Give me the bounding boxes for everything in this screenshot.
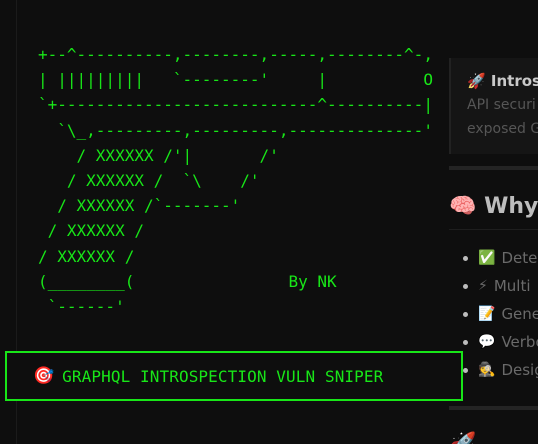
detective-icon: 🕵: [478, 362, 496, 378]
bullet: [463, 311, 468, 317]
bullet: [463, 339, 468, 345]
bullet: [463, 255, 468, 261]
check-icon: ✅: [478, 250, 496, 266]
list-item: 💬 Verbo: [463, 333, 538, 351]
list-item: 📝 Gene: [463, 305, 538, 323]
banner-title: GRAPHQL INTROSPECTION VULN SNIPER: [62, 366, 384, 386]
card-line-1: API securi: [467, 97, 536, 113]
divider: [449, 406, 538, 410]
feature-text: Dete: [501, 249, 538, 267]
feature-text: Gene: [501, 305, 538, 323]
feature-text: Desig: [501, 361, 538, 379]
bullet: [463, 283, 468, 289]
card-line-2: exposed G: [467, 121, 538, 137]
divider: [449, 166, 538, 170]
feature-text: Multi: [493, 277, 531, 295]
rocket-icon: 🚀: [467, 72, 486, 90]
memo-icon: 📝: [478, 306, 496, 322]
card-title: 🚀 Introsp: [467, 72, 538, 90]
bullet: [463, 367, 468, 373]
section-heading-why: 🧠 Why: [449, 194, 538, 219]
section-heading-text: Why: [484, 194, 538, 219]
speech-bubble-icon: 💬: [478, 334, 496, 350]
target-icon: 🎯: [33, 365, 55, 386]
title-banner: 🎯 GRAPHQL INTROSPECTION VULN SNIPER: [5, 351, 463, 401]
ascii-art-gun: +--^----------,--------,-----,--------^-…: [38, 45, 433, 317]
next-section-heading: 🚀: [449, 432, 476, 444]
lightning-icon: ⚡: [478, 278, 488, 294]
heading-underline: [449, 229, 538, 230]
list-item: 🕵 Desig: [463, 361, 538, 379]
list-item: ⚡ Multi: [463, 277, 531, 295]
list-item: ✅ Dete: [463, 249, 537, 267]
rocket-icon: 🚀: [449, 432, 476, 444]
card-title-text: Introsp: [490, 72, 538, 90]
feature-text: Verbo: [501, 333, 538, 351]
brain-icon: 🧠: [449, 194, 477, 219]
readme-pane: 🚀 Introsp API securi exposed G 🧠 Why ✅ D…: [449, 0, 538, 444]
